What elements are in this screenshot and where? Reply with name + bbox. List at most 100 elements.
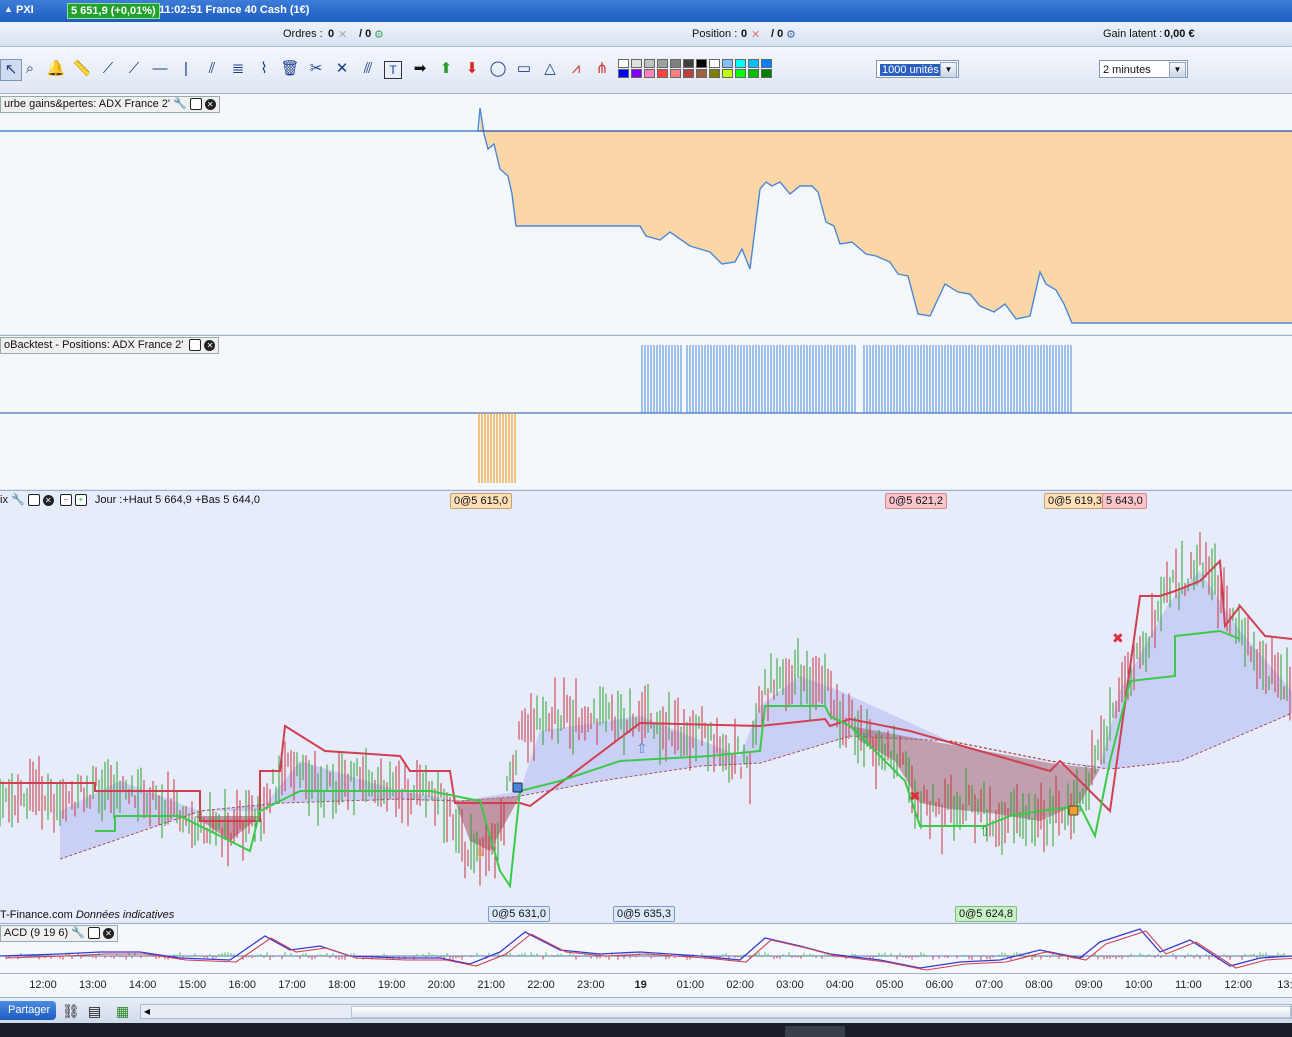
trailing-stop-line bbox=[0, 558, 1292, 822]
arrow-down-icon[interactable]: ⬇ bbox=[462, 59, 482, 79]
color-swatch[interactable] bbox=[709, 69, 720, 78]
color-swatch[interactable] bbox=[670, 59, 681, 68]
day-high-low: Jour :+Haut 5 664,9 +Bas 5 644,0 bbox=[94, 494, 260, 506]
window-icon[interactable] bbox=[27, 494, 40, 507]
color-swatch[interactable] bbox=[735, 69, 746, 78]
buy-marker bbox=[512, 782, 523, 793]
cross-icon[interactable]: ✕ bbox=[332, 59, 352, 79]
line-icon[interactable]: ⟋ bbox=[98, 59, 118, 79]
ray-icon[interactable]: ⟋ bbox=[124, 59, 144, 79]
orders-cancel-icon[interactable]: ✕ bbox=[338, 28, 347, 41]
scroll-left-icon[interactable]: ◀ bbox=[141, 1005, 153, 1018]
trash-icon[interactable]: 🗑 bbox=[280, 59, 300, 79]
channel-icon[interactable]: ⫽ bbox=[202, 59, 222, 79]
orders-settings-icon[interactable]: ⚙ bbox=[374, 28, 384, 41]
alert-bell-icon[interactable]: 🔔 bbox=[46, 59, 66, 79]
pitchfork-icon[interactable]: ⋔ bbox=[592, 59, 612, 79]
color-swatch[interactable] bbox=[722, 59, 733, 68]
horizontal-scrollbar[interactable]: ◀ bbox=[140, 1004, 1292, 1019]
scroll-thumb[interactable] bbox=[351, 1006, 1291, 1018]
close-icon[interactable]: ✕ bbox=[102, 927, 114, 939]
fibonacci-icon[interactable]: ≣ bbox=[228, 59, 248, 79]
text-icon[interactable]: T bbox=[384, 61, 402, 79]
color-swatch[interactable] bbox=[618, 69, 629, 78]
color-swatch[interactable] bbox=[722, 69, 733, 78]
time-tick: 19 bbox=[634, 979, 647, 991]
signal-line bbox=[95, 629, 1241, 889]
ellipse-icon[interactable]: ◯ bbox=[488, 59, 508, 79]
size-select[interactable]: 1000 unités ▼ bbox=[876, 60, 959, 78]
arrow-up-icon[interactable]: ⬆ bbox=[436, 59, 456, 79]
window-icon[interactable] bbox=[87, 927, 100, 940]
color-swatch[interactable] bbox=[631, 59, 642, 68]
position-close-icon[interactable]: ✕ bbox=[751, 28, 760, 41]
price-chart: ⇩ ⇧ ⇧ ✖ ✖ bbox=[0, 531, 1292, 889]
color-swatch[interactable] bbox=[670, 69, 681, 78]
timeframe-select[interactable]: 2 minutes ▼ bbox=[1099, 60, 1188, 78]
wrench-icon[interactable]: 🔧 bbox=[11, 494, 25, 506]
arrow-up-icon: ⇧ bbox=[636, 741, 648, 757]
tools-icon[interactable]: ✂ bbox=[306, 59, 326, 79]
color-swatch[interactable] bbox=[696, 59, 707, 68]
time-tick: 16:00 bbox=[228, 979, 256, 991]
order-flag[interactable]: 0@5 615,0 bbox=[450, 493, 512, 509]
list-icon[interactable]: ▤ bbox=[88, 1003, 101, 1020]
pointer-icon[interactable]: ↖ bbox=[0, 59, 22, 81]
order-flag[interactable]: 0@5 619,3 bbox=[1044, 493, 1106, 509]
vertical-line-icon[interactable]: | bbox=[176, 59, 196, 79]
color-swatch[interactable] bbox=[761, 69, 772, 78]
data-source: T-Finance.com Données indicatives bbox=[0, 909, 175, 921]
link-icon[interactable]: ⛓ bbox=[62, 1003, 80, 1020]
order-flag[interactable]: 0@5 624,8 bbox=[955, 906, 1017, 922]
order-flag[interactable]: 0@5 635,3 bbox=[613, 906, 675, 922]
collapse-icon[interactable]: ▲ bbox=[4, 4, 13, 14]
color-swatch[interactable] bbox=[631, 69, 642, 78]
macd-panel-header: ACD (9 19 6) 🔧 ✕ bbox=[0, 925, 118, 942]
color-swatch[interactable] bbox=[644, 69, 655, 78]
color-swatch[interactable] bbox=[748, 59, 759, 68]
color-swatch[interactable] bbox=[683, 59, 694, 68]
triangle-icon[interactable]: △ bbox=[540, 59, 560, 79]
close-icon[interactable]: ✕ bbox=[204, 339, 216, 351]
ruler-icon[interactable]: 📏 bbox=[72, 59, 92, 79]
macd-line bbox=[0, 928, 1292, 969]
chevron-down-icon[interactable]: ▼ bbox=[1169, 62, 1186, 78]
zoom-icon[interactable]: ⌕ bbox=[20, 59, 40, 79]
wrench-icon[interactable]: 🔧 bbox=[71, 927, 85, 939]
share-button[interactable]: Partager bbox=[0, 1001, 57, 1020]
chevron-down-icon[interactable]: ▼ bbox=[940, 62, 957, 78]
rectangle-icon[interactable]: ▭ bbox=[514, 59, 534, 79]
position-settings-icon[interactable]: ⚙ bbox=[786, 28, 796, 41]
close-icon[interactable]: ✕ bbox=[42, 494, 54, 506]
orders-total: / 0 bbox=[359, 28, 372, 40]
time-instrument: 11:02:51 France 40 Cash (1€) bbox=[159, 4, 310, 16]
color-swatch[interactable] bbox=[657, 59, 668, 68]
order-flag[interactable]: 0@5 631,0 bbox=[488, 906, 550, 922]
close-icon[interactable]: ✕ bbox=[204, 98, 216, 110]
color-swatch[interactable] bbox=[748, 69, 759, 78]
arrow-right-icon[interactable]: ➡ bbox=[410, 59, 430, 79]
wrench-icon[interactable]: 🔧 bbox=[173, 98, 187, 110]
minus-icon[interactable]: − bbox=[59, 494, 72, 507]
order-flag[interactable]: 0@5 621,2 bbox=[885, 493, 947, 509]
parallel-icon[interactable]: ⫻ bbox=[358, 59, 378, 79]
window-icon[interactable] bbox=[189, 98, 202, 111]
pattern-icon[interactable]: ⩘ bbox=[566, 59, 586, 79]
time-tick: 21:00 bbox=[477, 979, 505, 991]
color-swatch[interactable] bbox=[657, 69, 668, 78]
color-swatch[interactable] bbox=[761, 59, 772, 68]
color-swatch[interactable] bbox=[709, 59, 720, 68]
layout-icon[interactable]: ▦ bbox=[116, 1003, 129, 1020]
time-tick: 11:00 bbox=[1175, 979, 1202, 991]
color-swatch[interactable] bbox=[735, 59, 746, 68]
horizontal-line-icon[interactable]: — bbox=[150, 59, 170, 79]
time-tick: 08:00 bbox=[1025, 979, 1053, 991]
color-swatch[interactable] bbox=[644, 59, 655, 68]
order-flag[interactable]: 5 643,0 bbox=[1102, 493, 1147, 509]
plus-icon[interactable]: + bbox=[74, 494, 87, 507]
color-swatch[interactable] bbox=[618, 59, 629, 68]
color-swatch[interactable] bbox=[696, 69, 707, 78]
window-icon[interactable] bbox=[189, 339, 202, 352]
trend-icon[interactable]: ⌇ bbox=[254, 59, 274, 79]
color-swatch[interactable] bbox=[683, 69, 694, 78]
